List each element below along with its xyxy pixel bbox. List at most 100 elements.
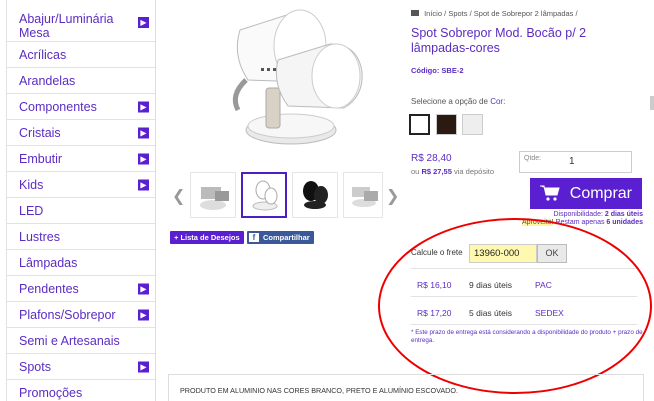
chevron-right-icon[interactable]: ▶ [138,179,149,190]
shipping-days: 9 dias úteis [469,280,512,290]
shipping-ok-button[interactable]: OK [537,244,567,263]
availability-value: 2 dias úteis [604,211,643,218]
sidebar-item-plafons[interactable]: Plafons/Sobrepor ▶ [6,302,155,328]
sidebar-item-label: Plafons/Sobrepor [19,307,116,322]
stock-count: 6 unidades [606,219,643,226]
stock-text: Restam apenas [555,219,605,226]
breadcrumb-separator: / [469,9,472,18]
share-button[interactable]: f Compartilhar [247,231,314,244]
product-main-image[interactable] [168,0,396,162]
option-name: Cor: [490,97,506,106]
code-value: SBE-2 [441,66,464,75]
sidebar-item-label: Componentes [19,99,97,114]
stock-hint: Aproveite! [521,219,554,226]
breadcrumb-link-spots[interactable]: Spots [448,9,467,18]
chevron-right-icon[interactable]: ▶ [138,17,149,28]
breadcrumb: Início / Spots / Spot de Sobrepor 2 lâmp… [411,9,578,18]
sidebar-item-lampadas[interactable]: Lâmpadas [6,250,155,276]
chevron-right-icon[interactable]: ▶ [138,309,149,320]
sidebar-item-promocoes[interactable]: Promoções [6,380,155,401]
color-swatch-white[interactable] [409,114,430,135]
sidebar-item-label: Arandelas [19,73,76,88]
color-option-label: Selecione a opção de Cor: [411,97,505,106]
sidebar-item-label: Lâmpadas [19,255,78,270]
option-label-text: Selecione a opção de [411,97,488,106]
sidebar-item-label: Lustres [19,229,60,244]
sidebar-item-label: Promoções [19,385,83,400]
buy-button[interactable]: Comprar [530,178,642,209]
chevron-right-icon[interactable]: ▶ [138,361,149,372]
deposit-prefix: ou [411,167,420,176]
chevron-right-icon[interactable]: ❯ [386,186,399,205]
cep-input[interactable]: 13960-000 [469,244,537,263]
sidebar-item-semi-artesanais[interactable]: Semi e Artesanais [6,328,155,354]
sidebar-item-componentes[interactable]: Componentes ▶ [6,94,155,120]
chevron-left-icon[interactable]: ❮ [172,186,185,205]
shipping-row: R$ 16,10 9 dias úteis PAC [411,269,637,297]
sidebar-item-spots[interactable]: Spots ▶ [6,354,155,380]
product-price: R$ 28,40 [411,153,452,164]
thumbnail-3[interactable] [292,172,338,218]
deposit-value: R$ 27,55 [421,167,452,176]
quantity-label: Qtde: [524,155,542,162]
description-text: PRODUTO EM ALUMINIO NAS CORES BRANCO, PR… [180,386,458,395]
color-swatch-aluminum[interactable] [462,114,483,135]
facebook-icon: f [249,233,259,242]
quantity-value[interactable]: 1 [569,156,575,167]
sidebar-item-label: Embutir [19,151,63,166]
chevron-right-icon[interactable]: ▶ [138,153,149,164]
cart-icon [540,185,560,201]
scrollbar[interactable] [650,96,654,110]
home-icon[interactable] [411,10,419,17]
share-label: Compartilhar [263,233,310,242]
sidebar-item-lustres[interactable]: Lustres [6,224,155,250]
shipping-service: PAC [535,280,552,290]
thumbnail-4[interactable] [343,172,383,218]
product-code: Código: SBE-2 [411,66,464,75]
breadcrumb-separator: / [575,9,578,18]
shipping-results: R$ 16,10 9 dias úteis PAC R$ 17,20 5 dia… [411,268,637,325]
thumbnail-1[interactable] [190,172,236,218]
sidebar-item-label: Semi e Artesanais [19,333,120,348]
sidebar-item-acrilicas[interactable]: Acrílicas [6,42,155,68]
deposit-price: ou R$ 27,55 via depósito [411,167,494,176]
sidebar-item-cristais[interactable]: Cristais ▶ [6,120,155,146]
sidebar-item-label: LED [19,203,44,218]
product-title: Spot Sobrepor Mod. Bocão p/ 2 lâmpadas-c… [411,26,587,55]
sidebar-item-abajur[interactable]: Abajur/Luminária Mesa ▶ [6,0,155,42]
shipping-service: SEDEX [535,308,564,318]
color-swatch-black[interactable] [436,114,457,135]
sidebar-item-embutir[interactable]: Embutir ▶ [6,146,155,172]
sidebar-item-label: Pendentes [19,281,79,296]
availability-info: Disponibilidade: 2 dias úteis Aproveite!… [470,211,643,227]
wishlist-button[interactable]: + Lista de Desejos [170,231,244,244]
code-label: Código: [411,66,440,75]
breadcrumb-link-current[interactable]: Spot de Sobrepor 2 lâmpadas [474,9,574,18]
thumbnail-2[interactable] [241,172,287,218]
shipping-note: * Este prazo de entrega está considerand… [411,329,643,344]
quantity-field[interactable]: Qtde: 1 [519,151,632,173]
shipping-row: R$ 17,20 5 dias úteis SEDEX [411,297,637,325]
shipping-price: R$ 17,20 [417,308,452,318]
sidebar-item-kids[interactable]: Kids ▶ [6,172,155,198]
sidebar-item-label: Acrílicas [19,47,67,62]
chevron-right-icon[interactable]: ▶ [138,283,149,294]
chevron-right-icon[interactable]: ▶ [138,101,149,112]
sidebar-item-arandelas[interactable]: Arandelas [6,68,155,94]
category-sidebar: Abajur/Luminária Mesa ▶ Acrílicas Arandel… [6,0,156,401]
product-thumbnails: ❮ ❯ [168,172,399,220]
sidebar-item-led[interactable]: LED [6,198,155,224]
breadcrumb-separator: / [444,9,447,18]
sidebar-item-label: Abajur/Luminária Mesa [19,12,114,40]
chevron-right-icon[interactable]: ▶ [138,127,149,138]
sidebar-item-pendentes[interactable]: Pendentes ▶ [6,276,155,302]
sidebar-item-label: Spots [19,359,51,374]
shipping-days: 5 dias úteis [469,308,512,318]
shipping-price: R$ 16,10 [417,280,452,290]
buy-label: Comprar [569,185,632,202]
shipping-label: Calcule o frete [411,248,463,257]
description-box: PRODUTO EM ALUMINIO NAS CORES BRANCO, PR… [168,374,644,401]
availability-label: Disponibilidade: [553,211,603,218]
deposit-suffix: via depósito [453,167,495,176]
breadcrumb-link-home[interactable]: Início [424,9,442,18]
